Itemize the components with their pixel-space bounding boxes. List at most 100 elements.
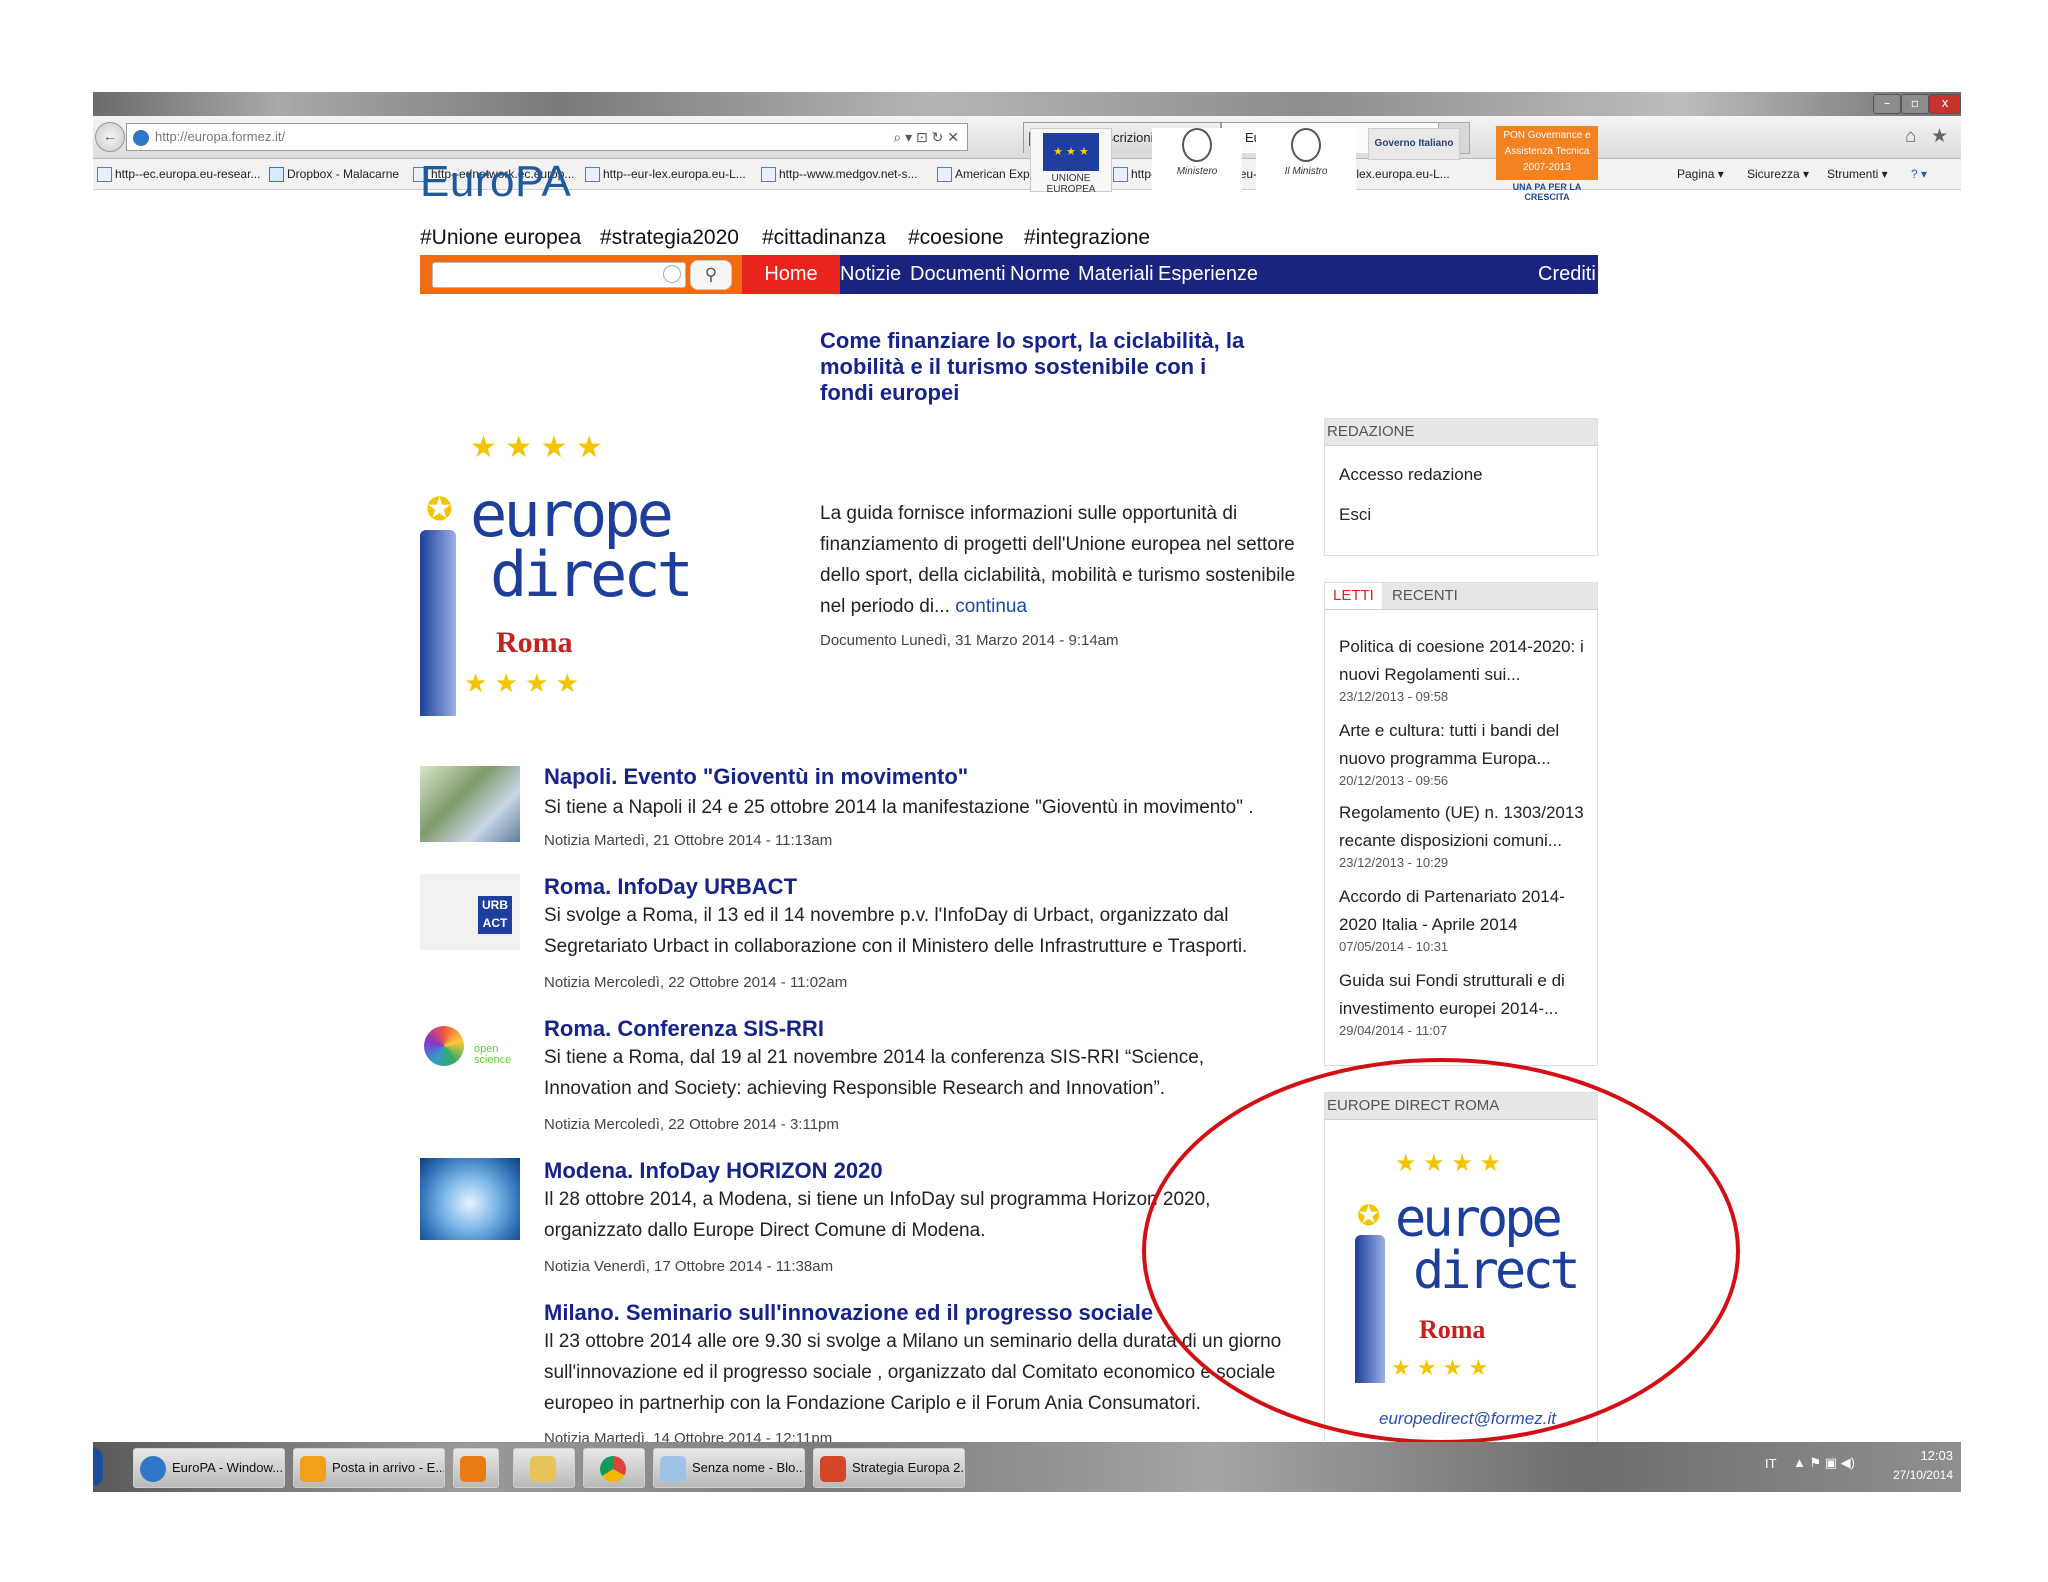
start-orb-icon[interactable] bbox=[93, 1448, 103, 1486]
featured-body: La guida fornisce informazioni sulle opp… bbox=[820, 498, 1300, 622]
favorites-star-icon[interactable]: ★ bbox=[1931, 125, 1948, 148]
address-bar[interactable]: http://europa.formez.it/ ⌕ ▾ ⊡ ↻ ✕ bbox=[126, 123, 968, 151]
menu-documenti[interactable]: Documenti bbox=[910, 255, 1006, 294]
news-title[interactable]: Roma. InfoDay URBACT bbox=[544, 874, 797, 900]
news-title[interactable]: Roma. Conferenza SIS-RRI bbox=[544, 1016, 824, 1042]
list-item-title: Arte e cultura: tutti i bandi del nuovo … bbox=[1339, 721, 1560, 768]
favorite-link[interactable]: http--ec.europa.eu-resear... bbox=[97, 159, 260, 189]
hashtag-strategia2020[interactable]: #strategia2020 bbox=[600, 226, 739, 250]
redazione-title: REDAZIONE bbox=[1325, 419, 1597, 446]
list-item[interactable]: Guida sui Fondi strutturali e di investi… bbox=[1339, 967, 1589, 1038]
list-item-title: Accordo di Partenariato 2014-2020 Italia… bbox=[1339, 887, 1565, 934]
news-body: Il 23 ottobre 2014 alle ore 9.30 si svol… bbox=[544, 1331, 1282, 1414]
taskbar: EuroPA - Window... Posta in arrivo - E..… bbox=[93, 1442, 1961, 1492]
menu-materiali[interactable]: Materiali bbox=[1078, 255, 1154, 294]
taskbar-item-label: Strategia Europa 2... bbox=[852, 1460, 965, 1475]
list-item-date: 29/04/2014 - 11:07 bbox=[1339, 1023, 1448, 1038]
news-thumbnail[interactable] bbox=[420, 766, 520, 842]
taskbar-item-europa[interactable]: EuroPA - Window... bbox=[133, 1448, 285, 1488]
menu-norme[interactable]: Norme bbox=[1010, 255, 1070, 294]
hashtag-unione-europea[interactable]: #Unione europea bbox=[420, 226, 581, 250]
page-menu[interactable]: Pagina ▾ bbox=[1677, 159, 1724, 189]
news-title[interactable]: Milano. Seminario sull'innovazione ed il… bbox=[544, 1300, 1153, 1326]
tray-icons[interactable]: ▲ ⚑ ▣ ◀) bbox=[1793, 1455, 1855, 1471]
taskbar-explorer[interactable] bbox=[513, 1448, 575, 1488]
list-item-date: 07/05/2014 - 10:31 bbox=[1339, 939, 1449, 954]
favorite-link[interactable]: Dropbox - Malacarne bbox=[269, 159, 399, 189]
most-read-tabs: LETTI RECENTI bbox=[1325, 583, 1597, 610]
dropbox-icon bbox=[269, 167, 284, 183]
taskbar-chrome[interactable] bbox=[583, 1448, 645, 1488]
list-item-title: Regolamento (UE) n. 1303/2013 recante di… bbox=[1339, 803, 1584, 850]
taskbar-item-outlook[interactable]: Posta in arrivo - E... bbox=[293, 1448, 445, 1488]
news-thumbnail[interactable]: URB ACT bbox=[420, 874, 520, 950]
sponsor-label: Ministero bbox=[1176, 166, 1218, 177]
news-meta: Notizia Mercoledì, 22 Ottobre 2014 - 3:1… bbox=[544, 1116, 839, 1133]
back-arrow-icon: ← bbox=[103, 128, 117, 144]
tab-letti[interactable]: LETTI bbox=[1325, 583, 1382, 609]
taskbar-item-notepad[interactable]: Senza nome - Blo... bbox=[653, 1448, 805, 1488]
annotation-ellipse bbox=[1142, 1058, 1740, 1444]
ie-icon bbox=[140, 1455, 166, 1482]
folder-icon bbox=[530, 1455, 556, 1482]
sponsor-pon: PON Governance e Assistenza Tecnica 2007… bbox=[1496, 126, 1598, 180]
maximize-button[interactable]: ▫ bbox=[1901, 94, 1929, 114]
news-title[interactable]: Napoli. Evento "Gioventù in movimento" bbox=[544, 764, 968, 790]
featured-title[interactable]: Come finanziare lo sport, la ciclabilità… bbox=[820, 328, 1260, 406]
news-meta: Notizia Martedì, 21 Ottobre 2014 - 11:13… bbox=[544, 832, 833, 849]
taskbar-media-player[interactable] bbox=[453, 1448, 499, 1488]
help-icon[interactable]: ? ▾ bbox=[1911, 159, 1927, 189]
hashtag-integrazione[interactable]: #integrazione bbox=[1024, 226, 1150, 250]
news-meta: Notizia Mercoledì, 22 Ottobre 2014 - 11:… bbox=[544, 974, 848, 991]
featured-continua-link[interactable]: continua bbox=[955, 596, 1027, 617]
accesso-redazione-link[interactable]: Accesso redazione bbox=[1339, 465, 1483, 485]
menu-notizie[interactable]: Notizie bbox=[840, 255, 901, 294]
menu-home[interactable]: Home bbox=[742, 255, 840, 294]
favorites-bar: http--ec.europa.eu-resear... Dropbox - M… bbox=[93, 159, 1961, 190]
list-item-title: Politica di coesione 2014-2020: i nuovi … bbox=[1339, 637, 1584, 684]
home-icon[interactable]: ⌂ bbox=[1905, 126, 1916, 148]
menu-esperienze[interactable]: Esperienze bbox=[1158, 255, 1258, 294]
favorite-page-icon bbox=[97, 167, 112, 183]
taskbar-item-label: Senza nome - Blo... bbox=[692, 1460, 805, 1475]
hashtag-coesione[interactable]: #coesione bbox=[908, 226, 1004, 250]
chrome-icon bbox=[600, 1455, 626, 1482]
site-logo[interactable]: EuroPA bbox=[420, 157, 571, 207]
security-menu[interactable]: Sicurezza ▾ bbox=[1747, 159, 1809, 189]
list-item[interactable]: Arte e cultura: tutti i bandi del nuovo … bbox=[1339, 717, 1589, 788]
tools-menu[interactable]: Strumenti ▾ bbox=[1827, 159, 1888, 189]
hashtag-cittadinanza[interactable]: #cittadinanza bbox=[762, 226, 886, 250]
news-thumbnail[interactable] bbox=[420, 1158, 520, 1240]
news-thumbnail[interactable]: open science bbox=[420, 1016, 520, 1092]
clock-date[interactable]: 27/10/2014 bbox=[1883, 1468, 1953, 1482]
search-button[interactable]: ⚲ bbox=[690, 260, 732, 290]
sponsor-ministero: Ministero bbox=[1152, 128, 1242, 190]
notepad-icon bbox=[660, 1455, 686, 1482]
favorite-link[interactable]: http--www.medgov.net-s... bbox=[761, 159, 918, 189]
clock-time[interactable]: 12:03 bbox=[1893, 1448, 1953, 1463]
urbact-logo-line2: ACT bbox=[482, 916, 508, 930]
menu-crediti[interactable]: Crediti bbox=[1538, 255, 1596, 294]
favorite-page-icon bbox=[585, 167, 600, 183]
list-item[interactable]: Regolamento (UE) n. 1303/2013 recante di… bbox=[1339, 799, 1589, 870]
powerpoint-icon bbox=[820, 1455, 846, 1482]
open-science-icon bbox=[424, 1026, 464, 1066]
taskbar-item-label: EuroPA - Window... bbox=[172, 1460, 284, 1475]
list-item[interactable]: Politica di coesione 2014-2020: i nuovi … bbox=[1339, 633, 1589, 704]
emblem-icon bbox=[1291, 128, 1321, 162]
favorite-link[interactable]: http--eur-lex.europa.eu-L... bbox=[585, 159, 746, 189]
back-button[interactable]: ← bbox=[95, 122, 125, 152]
list-item[interactable]: Accordo di Partenariato 2014-2020 Italia… bbox=[1339, 883, 1589, 954]
close-window-button[interactable]: x bbox=[1929, 94, 1961, 114]
language-indicator[interactable]: IT bbox=[1765, 1456, 1777, 1471]
search-input[interactable] bbox=[432, 262, 686, 288]
esci-link[interactable]: Esci bbox=[1339, 505, 1371, 525]
news-title[interactable]: Modena. InfoDay HORIZON 2020 bbox=[544, 1158, 883, 1184]
search-refresh-stop-icon[interactable]: ⌕ ▾ ⊡ ↻ ✕ bbox=[893, 124, 959, 150]
tab-recenti[interactable]: RECENTI bbox=[1386, 583, 1464, 609]
taskbar-item-powerpoint[interactable]: Strategia Europa 2... bbox=[813, 1448, 965, 1488]
sponsor-eu-flag: ★ ★ ★ UNIONE EUROPEA bbox=[1030, 128, 1112, 195]
list-item-title: Guida sui Fondi strutturali e di investi… bbox=[1339, 971, 1565, 1018]
favorite-label: http--www.medgov.net-s... bbox=[779, 167, 918, 181]
minimize-button[interactable]: – bbox=[1873, 94, 1901, 114]
